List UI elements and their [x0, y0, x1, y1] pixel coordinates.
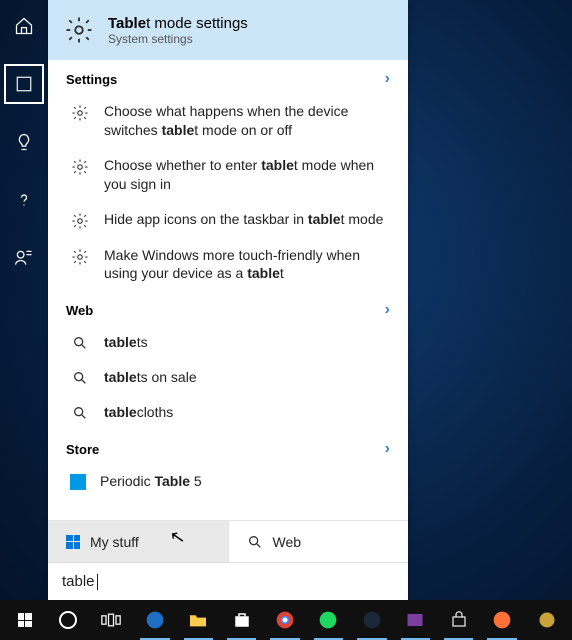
rail-tips[interactable]	[4, 122, 44, 162]
text-caret	[97, 574, 98, 590]
rail-home[interactable]	[4, 6, 44, 46]
taskbar	[0, 600, 572, 640]
chrome-icon	[275, 610, 295, 630]
help-icon	[14, 190, 34, 210]
gear-icon	[70, 212, 90, 230]
search-icon	[70, 370, 90, 386]
taskbar-steam[interactable]	[351, 600, 392, 640]
taskbar-store[interactable]	[221, 600, 262, 640]
firefox-icon	[492, 610, 512, 630]
rail-apps[interactable]	[4, 64, 44, 104]
feedback-icon	[14, 248, 34, 268]
start-button[interactable]	[4, 600, 45, 640]
tray-icon	[537, 610, 557, 630]
taskview-icon	[101, 613, 121, 627]
section-header-settings[interactable]: Settings ›	[48, 60, 408, 94]
taskbar-edge[interactable]	[134, 600, 175, 640]
section-header-store[interactable]: Store ›	[48, 430, 408, 464]
scope-my-stuff[interactable]: My stuff	[48, 521, 228, 562]
section-header-web[interactable]: Web ›	[48, 291, 408, 325]
taskbar-chrome[interactable]	[264, 600, 305, 640]
windows-icon	[18, 613, 32, 627]
spotify-icon	[318, 610, 338, 630]
web-result[interactable]: tablets on sale	[48, 360, 408, 395]
web-results: tablets tablets on sale tablecloths	[48, 325, 408, 430]
best-match-title: Tablet mode settings	[108, 15, 248, 32]
rail-feedback[interactable]	[4, 238, 44, 278]
box-icon	[15, 75, 33, 93]
scope-bar: My stuff Web	[48, 520, 408, 562]
settings-results: Choose what happens when the device swit…	[48, 94, 408, 291]
taskbar-explorer[interactable]	[178, 600, 219, 640]
cortana-icon	[59, 611, 77, 629]
search-icon	[70, 405, 90, 421]
windows-icon	[66, 535, 80, 549]
chevron-right-icon: ›	[385, 70, 390, 88]
best-match-result[interactable]: Tablet mode settings System settings	[48, 0, 408, 60]
taskbar-spotify[interactable]	[308, 600, 349, 640]
category-rail	[0, 0, 48, 600]
taskbar-firefox[interactable]	[481, 600, 522, 640]
gear-icon	[70, 158, 90, 176]
store-result[interactable]: Periodic Table 5	[48, 464, 408, 499]
gear-icon	[64, 15, 94, 45]
onenote-icon	[406, 611, 424, 629]
chevron-right-icon: ›	[385, 440, 390, 458]
taskbar-tray[interactable]	[527, 600, 568, 640]
bag-icon	[450, 611, 468, 629]
search-icon	[70, 335, 90, 351]
gear-icon	[70, 248, 90, 266]
chevron-right-icon: ›	[385, 301, 390, 319]
scope-web[interactable]: Web	[228, 521, 409, 562]
app-tile-icon	[70, 474, 86, 490]
bulb-icon	[14, 132, 34, 152]
home-icon	[14, 16, 34, 36]
store-results: Periodic Table 5	[48, 464, 408, 499]
gear-icon	[70, 104, 90, 122]
web-result[interactable]: tablets	[48, 325, 408, 360]
rail-help[interactable]	[4, 180, 44, 220]
taskview-button[interactable]	[91, 600, 132, 640]
folder-icon	[188, 612, 208, 628]
best-match-subtitle: System settings	[108, 32, 248, 46]
settings-result[interactable]: Make Windows more touch-friendly when us…	[48, 238, 408, 292]
settings-result[interactable]: Choose whether to enter tablet mode when…	[48, 148, 408, 202]
search-icon	[247, 534, 263, 550]
search-results-panel: Tablet mode settings System settings Set…	[48, 0, 408, 600]
cortana-button[interactable]	[47, 600, 88, 640]
search-input[interactable]: table	[48, 562, 408, 600]
settings-result[interactable]: Choose what happens when the device swit…	[48, 94, 408, 148]
steam-icon	[362, 610, 382, 630]
settings-result[interactable]: Hide app icons on the taskbar in tablet …	[48, 202, 408, 238]
store-icon	[233, 611, 251, 629]
taskbar-onenote[interactable]	[395, 600, 436, 640]
edge-icon	[145, 610, 165, 630]
taskbar-bag[interactable]	[438, 600, 479, 640]
web-result[interactable]: tablecloths	[48, 395, 408, 430]
